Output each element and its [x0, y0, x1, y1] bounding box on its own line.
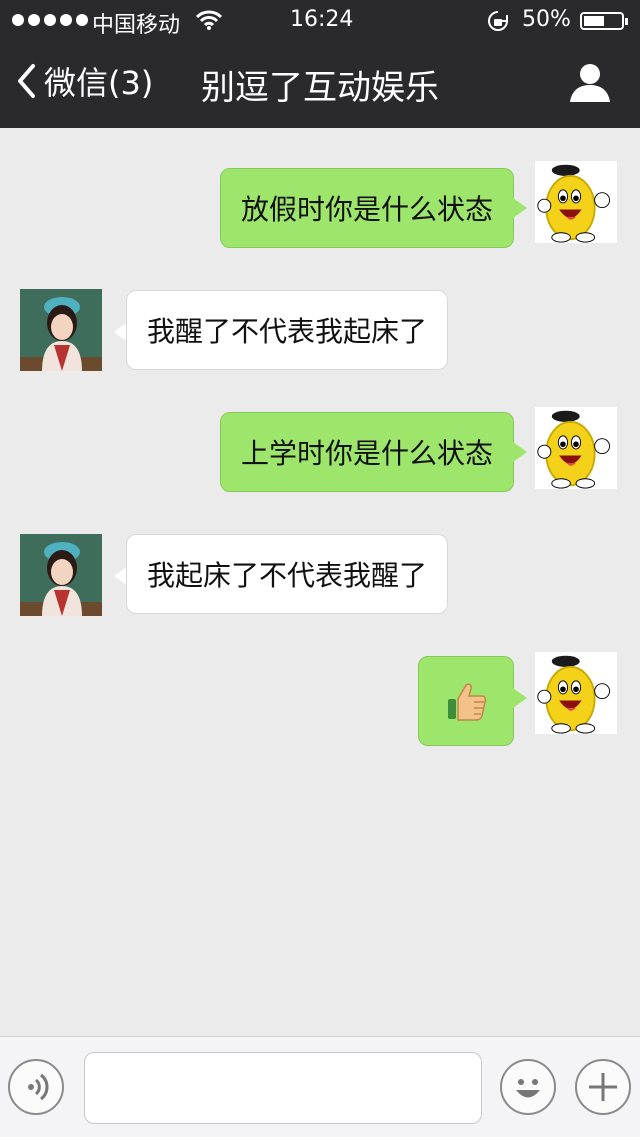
battery-icon [580, 12, 628, 30]
bubble-tail [513, 198, 527, 218]
chat-area[interactable]: 放假时你是什么状态 我醒了不代表我起床了 上学时你是什么状态 我起床了不代表我醒… [0, 128, 640, 1036]
signal-dots [12, 14, 88, 26]
input-toolbar [0, 1036, 640, 1137]
message-input[interactable] [84, 1052, 482, 1124]
clock: 16:24 [290, 7, 354, 32]
plus-button[interactable] [575, 1059, 631, 1115]
girl-avatar[interactable] [20, 289, 102, 371]
message-text: 上学时你是什么状态 [241, 437, 494, 470]
message-out: 放假时你是什么状态 [0, 128, 640, 252]
message-bubble[interactable]: 我醒了不代表我起床了 [126, 290, 448, 370]
bubble-tail [513, 442, 527, 462]
message-text: 我醒了不代表我起床了 [147, 315, 428, 348]
wifi-icon [196, 10, 222, 30]
message-text: 放假时你是什么状态 [241, 193, 494, 226]
emoji-button[interactable] [500, 1059, 556, 1115]
message-bubble[interactable] [418, 656, 514, 746]
rotation-lock-icon [488, 11, 508, 31]
top-bar: 中国移动 16:24 50% 微信(3) 别逗了互动娱乐 [0, 0, 640, 128]
message-out: 上学时你是什么状态 [0, 376, 640, 500]
message-in: 我起床了不代表我醒了 [0, 500, 640, 624]
status-bar: 中国移动 16:24 50% [0, 0, 640, 40]
message-bubble[interactable]: 放假时你是什么状态 [220, 168, 514, 248]
mascot-avatar[interactable] [535, 652, 617, 734]
voice-button[interactable] [8, 1059, 64, 1115]
profile-icon[interactable] [568, 60, 612, 104]
chat-title: 别逗了互动娱乐 [201, 68, 439, 108]
message-bubble[interactable]: 我起床了不代表我醒了 [126, 534, 448, 614]
battery-percent: 50% [522, 7, 571, 32]
girl-avatar[interactable] [20, 534, 102, 616]
message-text: 我起床了不代表我醒了 [147, 559, 428, 592]
message-out [0, 624, 640, 754]
emoji-icon [516, 1079, 540, 1098]
bubble-tail [513, 688, 527, 708]
plus-icon [589, 1073, 617, 1101]
voice-icon [28, 1073, 49, 1101]
mascot-avatar[interactable] [535, 161, 617, 243]
nav-bar: 微信(3) 别逗了互动娱乐 [0, 40, 640, 128]
thumbs-up-icon [448, 683, 487, 721]
message-bubble[interactable]: 上学时你是什么状态 [220, 412, 514, 492]
message-in: 我醒了不代表我起床了 [0, 252, 640, 376]
carrier-label: 中国移动 [92, 13, 181, 38]
mascot-avatar[interactable] [535, 407, 617, 489]
